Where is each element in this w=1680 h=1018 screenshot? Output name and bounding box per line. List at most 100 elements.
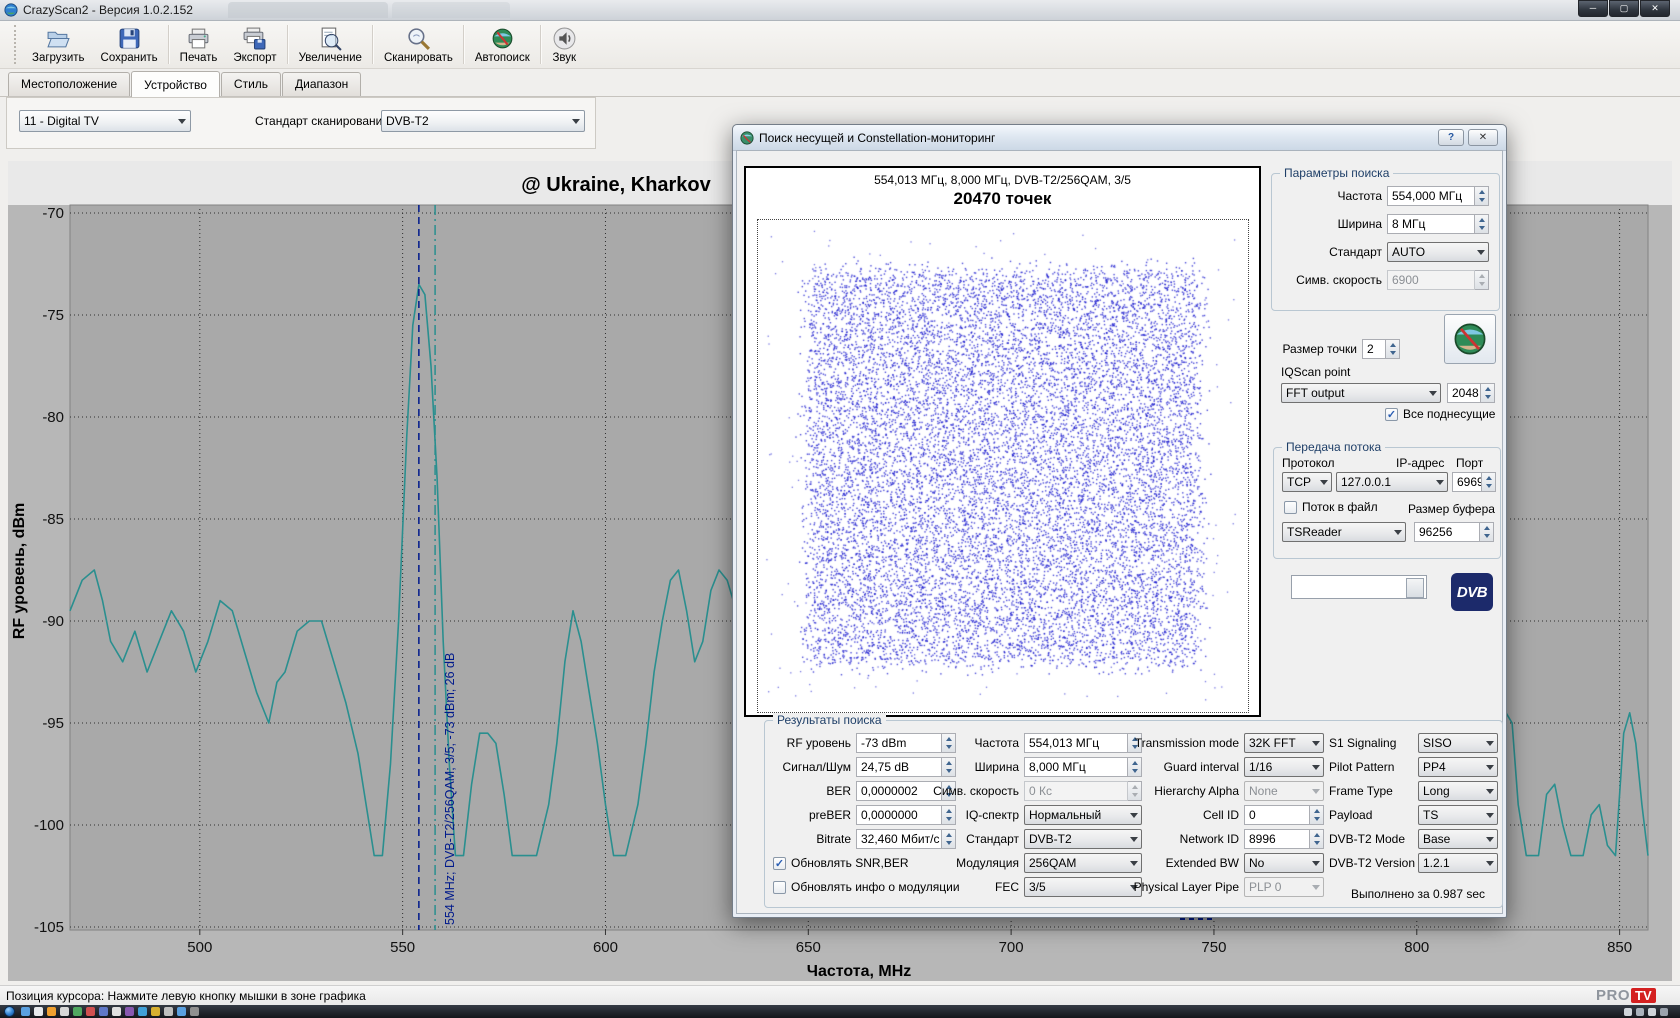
preber-label: preBER (773, 808, 856, 822)
cell-id-field[interactable]: 0 (1244, 805, 1310, 825)
scan-image-button[interactable] (1444, 314, 1496, 364)
point-size-field[interactable]: 2 (1362, 339, 1386, 359)
частота-field[interactable]: 554,013 МГц (1024, 733, 1128, 753)
taskbar-icon-10[interactable] (138, 1007, 147, 1016)
protocol-select[interactable]: TCP (1282, 472, 1332, 492)
toolbar-grip[interactable] (14, 25, 20, 64)
tray-icon-1[interactable] (1624, 1008, 1632, 1016)
point-size-label: Размер точки (1277, 342, 1362, 356)
help-button[interactable]: ? (1438, 129, 1464, 146)
обновлять-snr-ber-checkbox[interactable] (773, 857, 786, 870)
hierarchy-alpha-select[interactable]: None (1244, 781, 1324, 801)
iqscan-point-select[interactable]: FFT output (1281, 383, 1441, 403)
taskbar-icon-4[interactable] (60, 1007, 69, 1016)
dialog-title-bar[interactable]: Поиск несущей и Constellation-мониторинг… (733, 125, 1506, 151)
tab-устройство[interactable]: Устройство (131, 71, 220, 97)
payload-select[interactable]: TS (1418, 805, 1498, 825)
taskbar-icon-6[interactable] (86, 1007, 95, 1016)
cell-id-spinner[interactable] (1310, 805, 1324, 825)
point-size-spinner[interactable] (1386, 339, 1400, 359)
ширина-field[interactable]: 8 МГц (1387, 214, 1475, 234)
standard-select[interactable]: DVB-T2 (381, 110, 585, 132)
toolbar-button-label: Печать (180, 52, 218, 64)
dvb-logo: DVB (1451, 573, 1493, 611)
app-icon (4, 3, 18, 17)
reader-select[interactable]: TSReader (1282, 522, 1406, 542)
device-select[interactable]: 11 - Digital TV (19, 110, 191, 132)
pilot-pattern-select[interactable]: PP4 (1418, 757, 1498, 777)
ширина-spinner[interactable] (1475, 214, 1489, 234)
tray-icon-2[interactable] (1636, 1008, 1644, 1016)
close-button[interactable]: ✕ (1640, 0, 1670, 17)
toolbar-button-autosearch[interactable]: Автопоиск (467, 22, 538, 67)
toolbar-button-sound[interactable]: Звук (544, 22, 585, 67)
стандарт-select[interactable]: AUTO (1387, 242, 1489, 262)
taskbar-icon-2[interactable] (34, 1007, 43, 1016)
taskbar-icon-13[interactable] (177, 1007, 186, 1016)
iq-спектр-select[interactable]: Нормальный (1024, 805, 1142, 825)
обновлять-инфо-о-модуляции-checkbox[interactable] (773, 881, 786, 894)
ip-address-select[interactable]: 127.0.0.1 (1336, 472, 1448, 492)
maximize-button[interactable]: ▢ (1609, 0, 1639, 17)
close-icon[interactable]: ✕ (1468, 129, 1498, 146)
toolbar-button-zoom[interactable]: Увеличение (291, 22, 370, 67)
taskbar-icon-1[interactable] (21, 1007, 30, 1016)
toolbar-button-save[interactable]: Сохранить (93, 22, 166, 67)
taskbar-icon-5[interactable] (73, 1007, 82, 1016)
fft-points-spinner[interactable] (1481, 383, 1495, 403)
taskbar-icon-7[interactable] (99, 1007, 108, 1016)
cursor-label: 554 MHz; DVB-T2/256QAM; 3/5; -73 dBm; 26… (443, 653, 457, 925)
tab-местоположение[interactable]: Местоположение (8, 72, 130, 96)
dialog-title: Поиск несущей и Constellation-мониторинг (759, 131, 995, 145)
taskbar-icon-11[interactable] (151, 1007, 160, 1016)
toolbar-button-export[interactable]: Экспорт (225, 22, 284, 67)
s1-signaling-select[interactable]: SISO (1418, 733, 1498, 753)
minimize-button[interactable]: ─ (1578, 0, 1608, 17)
toolbar-button-print[interactable]: Печать (172, 22, 226, 67)
toolbar-button-scan[interactable]: Сканировать (376, 22, 461, 67)
частота-field[interactable]: 554,000 МГц (1387, 186, 1475, 206)
frame-type-select[interactable]: Long (1418, 781, 1498, 801)
dvb-t2-version-select[interactable]: 1.2.1 (1418, 853, 1498, 873)
stream-to-file-checkbox[interactable] (1284, 501, 1297, 514)
fec-select[interactable]: 3/5 (1024, 877, 1142, 897)
buffer-size-field[interactable]: 96256 (1414, 522, 1480, 542)
taskbar-icon-12[interactable] (164, 1007, 173, 1016)
стандарт-select[interactable]: DVB-T2 (1024, 829, 1142, 849)
toolbar-button-load[interactable]: Загрузить (24, 22, 93, 67)
progress-button[interactable] (1406, 578, 1424, 598)
subcarriers-checkbox[interactable] (1385, 408, 1398, 421)
симв-скорость-field[interactable]: 6900 (1387, 270, 1475, 290)
toolbar-button-label: Сканировать (384, 52, 453, 64)
network-id-field[interactable]: 8996 (1244, 829, 1310, 849)
симв-скорость-spinner[interactable] (1475, 270, 1489, 290)
physical-layer-pipe-label: Physical Layer Pipe (1127, 880, 1244, 894)
guard-interval-select[interactable]: 1/16 (1244, 757, 1324, 777)
stream-to-file-label: Поток в файл (1302, 500, 1378, 514)
частота-spinner[interactable] (1475, 186, 1489, 206)
start-button[interactable] (4, 1006, 15, 1017)
port-field[interactable]: 6969 (1452, 472, 1482, 492)
port-spinner[interactable] (1482, 472, 1496, 492)
toolbar-button-label: Сохранить (101, 52, 158, 64)
tab-диапазон[interactable]: Диапазон (282, 72, 361, 96)
extended-bw-select[interactable]: No (1244, 853, 1324, 873)
physical-layer-pipe-select[interactable]: PLP 0 (1244, 877, 1324, 897)
network-id-spinner[interactable] (1310, 829, 1324, 849)
tray-icon-4[interactable] (1660, 1008, 1668, 1016)
buffer-size-spinner[interactable] (1480, 522, 1494, 542)
transmission-mode-select[interactable]: 32K FFT (1244, 733, 1324, 753)
tab-стиль[interactable]: Стиль (221, 72, 281, 96)
симв-скорость-field[interactable]: 0 Кс (1024, 781, 1128, 801)
taskbar-icon-14[interactable] (190, 1007, 199, 1016)
tray-icon-3[interactable] (1648, 1008, 1656, 1016)
taskbar-icon-9[interactable] (125, 1007, 134, 1016)
модуляция-select[interactable]: 256QAM (1024, 853, 1142, 873)
taskbar-icon-3[interactable] (47, 1007, 56, 1016)
param-row-transmission-mode: Transmission mode32K FFT (1127, 733, 1324, 753)
ширина-field[interactable]: 8,000 МГц (1024, 757, 1128, 777)
dvb-t2-mode-select[interactable]: Base (1418, 829, 1498, 849)
taskbar-icon-8[interactable] (112, 1007, 121, 1016)
fft-points-field[interactable]: 2048 (1447, 383, 1481, 403)
pilot-pattern-label: Pilot Pattern (1329, 760, 1418, 774)
